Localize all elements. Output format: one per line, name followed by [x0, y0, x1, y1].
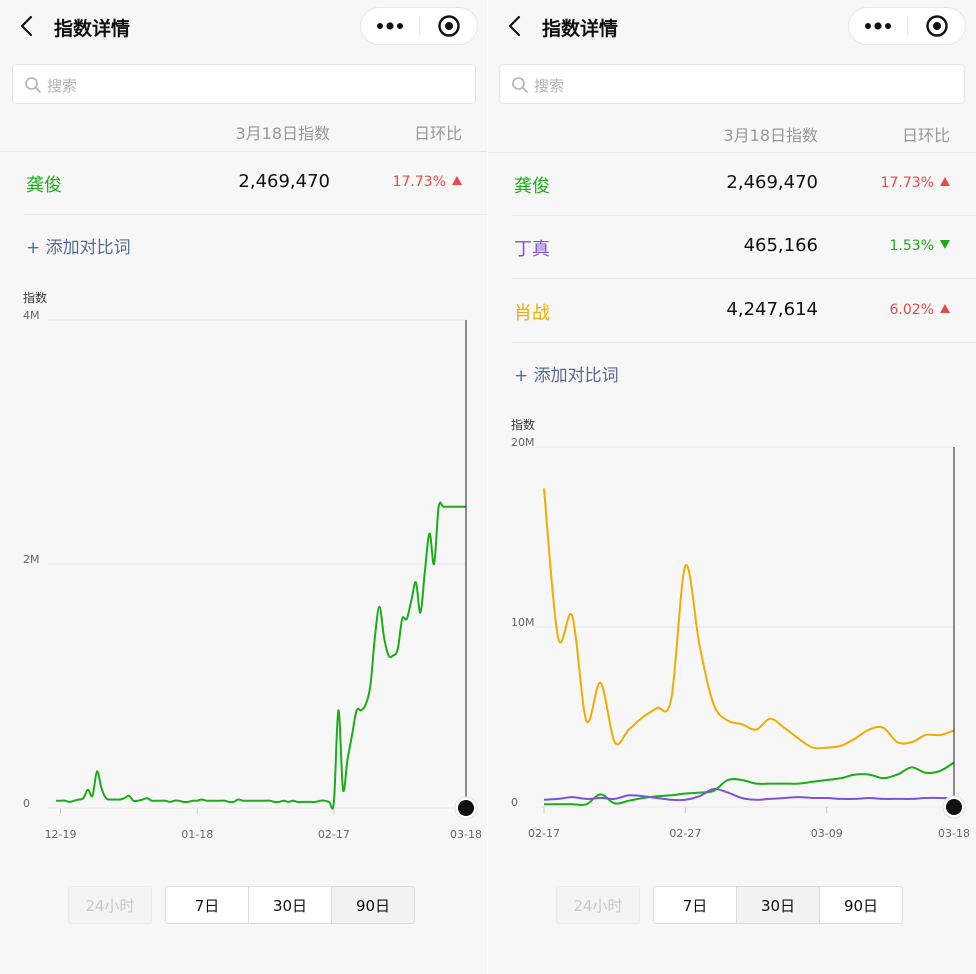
up-arrow-icon [940, 177, 950, 186]
x-tick-label: 02-17 [528, 827, 560, 840]
keyword-label: 龚俊 [514, 176, 550, 197]
back-icon[interactable] [18, 14, 36, 38]
chart-svg: 指数 0 2M 4M 12-19 01-18 02-17 03-18 [23, 290, 482, 841]
table-row[interactable]: 丁真 465,166 1.53% [488, 215, 976, 278]
capsule-menu [360, 7, 478, 45]
ratio-header: 日环比 [901, 126, 950, 145]
y-tick-label: 0 [23, 797, 30, 810]
back-icon[interactable] [506, 14, 524, 38]
tab-90d[interactable]: 90日 [819, 886, 903, 924]
date-header: 3月18日指数 [723, 126, 818, 145]
index-value: 465,166 [743, 235, 818, 256]
up-arrow-icon [940, 304, 950, 313]
ratio-value: 6.02% [840, 302, 950, 318]
ratio-value: 17.73% [352, 174, 462, 190]
date-header: 3月18日指数 [235, 124, 330, 143]
y-tick-label: 0 [511, 796, 518, 809]
x-tick-label: 02-27 [669, 827, 701, 840]
tab-24h[interactable]: 24小时 [68, 886, 152, 924]
x-tick-label: 03-18 [450, 828, 482, 841]
y-tick-label: 20M [511, 436, 535, 449]
page-title: 指数详情 [54, 18, 131, 40]
series-line [543, 488, 955, 750]
y-tick-label: 4M [23, 309, 40, 322]
x-tick-label: 03-18 [938, 827, 970, 840]
y-tick-label: 10M [511, 616, 535, 629]
keyword-label: 龚俊 [26, 175, 62, 196]
close-target-icon[interactable] [420, 8, 478, 44]
y-tick-label: 2M [23, 553, 40, 566]
search-input[interactable]: 搜索 [499, 64, 965, 104]
cursor-dot [946, 799, 962, 815]
search-icon [24, 76, 42, 94]
series-line [543, 787, 955, 802]
tab-30d[interactable]: 30日 [736, 886, 820, 924]
time-range-tabs: 24小时 7日 30日 90日 [68, 886, 420, 924]
y-axis-title: 指数 [511, 417, 535, 432]
chart-svg: 指数 0 10M 20M 02-17 02-27 03-09 03-18 [511, 417, 970, 840]
index-value: 2,469,470 [238, 171, 330, 192]
close-target-icon[interactable] [908, 8, 966, 44]
add-compare-button[interactable]: + 添加对比词 [26, 233, 131, 258]
ratio-value: 17.73% [840, 175, 950, 191]
line-chart: 指数 0 2M 4M 12-19 01-18 02-17 03-18 [0, 282, 488, 852]
series-line [55, 501, 466, 810]
panel-left: 指数详情 搜索 3月18日指数 日环比 龚俊 2,469,470 17.73% … [0, 0, 488, 974]
panel-right: 指数详情 搜索 3月18日指数 日环比 龚俊 2,469,470 17.73% … [488, 0, 976, 974]
page-title: 指数详情 [542, 18, 619, 40]
tab-24h[interactable]: 24小时 [556, 886, 640, 924]
cursor-dot [458, 800, 474, 816]
divider [512, 342, 976, 343]
more-icon[interactable] [361, 8, 419, 44]
down-arrow-icon [940, 240, 950, 249]
search-input[interactable]: 搜索 [12, 64, 476, 104]
add-compare-button[interactable]: + 添加对比词 [514, 361, 619, 386]
index-value: 4,247,614 [726, 299, 818, 320]
index-value: 2,469,470 [726, 172, 818, 193]
x-tick-label: 03-09 [811, 827, 843, 840]
table-row[interactable]: 龚俊 2,469,470 17.73% [0, 151, 488, 214]
time-range-tabs: 24小时 7日 30日 90日 [556, 886, 908, 924]
search-placeholder: 搜索 [47, 77, 78, 95]
ratio-value: 1.53% [840, 238, 950, 254]
table-row[interactable]: 龚俊 2,469,470 17.73% [488, 152, 976, 215]
line-chart: 指数 0 10M 20M 02-17 02-27 03-09 03-18 [488, 409, 976, 852]
divider [24, 214, 488, 215]
search-placeholder: 搜索 [534, 77, 565, 95]
keyword-label: 肖战 [514, 303, 550, 324]
tab-7d[interactable]: 7日 [165, 886, 249, 924]
nav-bar: 指数详情 [488, 0, 976, 52]
tab-90d[interactable]: 90日 [331, 886, 415, 924]
y-axis-title: 指数 [23, 290, 47, 305]
ratio-header: 日环比 [413, 124, 462, 143]
capsule-menu [848, 7, 966, 45]
nav-bar: 指数详情 [0, 0, 488, 52]
up-arrow-icon [452, 176, 462, 185]
tab-30d[interactable]: 30日 [248, 886, 332, 924]
x-tick-label: 12-19 [45, 828, 77, 841]
keyword-label: 丁真 [514, 239, 550, 260]
x-tick-label: 01-18 [181, 828, 213, 841]
search-icon [511, 76, 529, 94]
more-icon[interactable] [849, 8, 907, 44]
table-row[interactable]: 肖战 4,247,614 6.02% [488, 279, 976, 342]
tab-7d[interactable]: 7日 [653, 886, 737, 924]
x-tick-label: 02-17 [318, 828, 350, 841]
